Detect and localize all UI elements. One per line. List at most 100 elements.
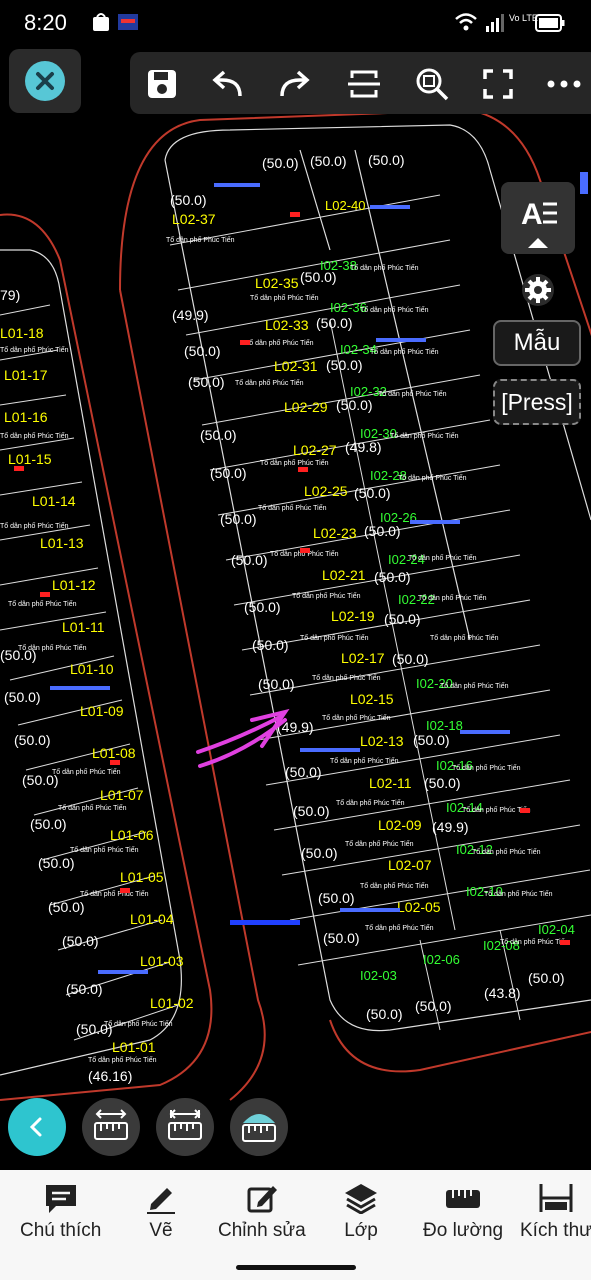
- lot-label: L02-19: [331, 608, 375, 624]
- pencil-icon: [147, 1188, 175, 1214]
- lot-label: I02-18: [426, 718, 463, 733]
- svg-text:Tổ dân phố Phúc Tiến: Tổ dân phố Phúc Tiến: [52, 767, 121, 776]
- lot-label: L02-29: [284, 399, 328, 415]
- zoom-button[interactable]: [410, 62, 454, 106]
- svg-text:Tổ dân phố Phúc Tiến: Tổ dân phố Phúc Tiến: [235, 378, 304, 387]
- nav-dimension[interactable]: Kích thư: [520, 1182, 591, 1252]
- lot-label: L01-10: [70, 661, 114, 677]
- text-style-button[interactable]: A: [501, 182, 575, 254]
- close-button[interactable]: [9, 49, 81, 113]
- svg-text:Tổ dân phố Phúc Tiến: Tổ dân phố Phúc Tiến: [398, 473, 467, 482]
- lot-label: L01-04: [130, 911, 174, 927]
- svg-text:Tổ dân phố Phúc Tiến: Tổ dân phố Phúc Tiến: [58, 803, 127, 812]
- area-label: (50.0): [200, 427, 237, 443]
- area-label: (50.0): [30, 816, 67, 832]
- area-label: (50.0): [310, 153, 347, 169]
- area-label: (50.0): [366, 1006, 403, 1022]
- nav-edit[interactable]: Chỉnh sửa: [218, 1182, 306, 1252]
- battery-icon: [535, 14, 565, 37]
- undo-button[interactable]: [206, 62, 250, 106]
- lot-label: L01-01: [112, 1039, 156, 1055]
- nav-annotation[interactable]: Chú thích: [20, 1182, 101, 1252]
- area-label: (50.0): [4, 689, 41, 705]
- fullscreen-button[interactable]: [476, 62, 520, 106]
- lot-label: L02-27: [293, 442, 337, 458]
- save-button[interactable]: [140, 62, 184, 106]
- more-button[interactable]: [542, 62, 586, 106]
- nav-label: Kích thư: [520, 1220, 591, 1241]
- lot-label: L02-23: [313, 525, 357, 541]
- measure-segment-button[interactable]: [156, 1098, 214, 1156]
- layers-icon: [345, 1184, 377, 1214]
- svg-text:Tổ dân phố Phúc Tiến: Tổ dân phố Phúc Tiến: [500, 937, 569, 946]
- lot-label: L01-18: [0, 325, 44, 341]
- signal-icon: [484, 12, 506, 37]
- lot-label: L02-11: [369, 775, 412, 791]
- nav-measure[interactable]: Đo lường: [423, 1182, 503, 1252]
- shop-icon: [92, 12, 110, 37]
- svg-text:Tổ dân phố Phúc Tiến: Tổ dân phố Phúc Tiến: [408, 553, 477, 562]
- svg-text:Tổ dân phố Phúc Tiến: Tổ dân phố Phúc Tiến: [250, 293, 319, 302]
- svg-text:Tổ dân phố Phúc Tiến: Tổ dân phố Phúc Tiến: [378, 389, 447, 398]
- lot-label: L01-13: [40, 535, 84, 551]
- nav-layers[interactable]: Lớp: [344, 1182, 378, 1252]
- area-label: (50.0): [14, 732, 51, 748]
- network-label: Vo LTE: [509, 13, 538, 23]
- area-label: (50.0): [413, 732, 450, 748]
- app-thumbnail-icon: [118, 14, 138, 35]
- area-label: (50.0): [384, 611, 421, 627]
- redo-icon: [280, 70, 310, 97]
- template-button[interactable]: Mẫu: [493, 320, 581, 366]
- nav-draw[interactable]: Vẽ: [145, 1182, 177, 1252]
- area-label: (50.0): [326, 357, 363, 373]
- settings-button[interactable]: [520, 272, 556, 308]
- lot-label: L01-14: [32, 493, 76, 509]
- svg-text:Tổ dân phố Phúc Tiến: Tổ dân phố Phúc Tiến: [258, 503, 327, 512]
- area-label: (50.0): [374, 569, 411, 585]
- lot-label: L01-09: [80, 703, 124, 719]
- area-label: (50.0): [38, 855, 75, 871]
- measure-distance-button[interactable]: [82, 1098, 140, 1156]
- svg-text:Tổ dân phố Phúc Tiến: Tổ dân phố Phúc Tiến: [418, 593, 487, 602]
- area-label: (50.0): [318, 890, 355, 906]
- measure-area-button[interactable]: [230, 1098, 288, 1156]
- nav-label: Lớp: [344, 1220, 378, 1241]
- status-bar: 8:20 Vo LTE: [0, 0, 591, 48]
- area-label: (50.0): [252, 637, 289, 653]
- lot-label: L01-16: [4, 409, 48, 425]
- area-label: (50.0): [528, 970, 565, 986]
- lot-label: I02-04: [538, 922, 575, 937]
- area-label: (50.0): [231, 552, 268, 568]
- area-label: (50.0): [258, 676, 295, 692]
- lot-label: L01-03: [140, 953, 184, 969]
- svg-text:Tổ dân phố Phúc Tiến: Tổ dân phố Phúc Tiến: [292, 591, 361, 600]
- svg-text:Tổ dân phố Phúc Tiến: Tổ dân phố Phúc Tiến: [18, 643, 87, 652]
- area-label: (50.0): [210, 465, 247, 481]
- lot-label: L02-05: [397, 899, 441, 915]
- top-toolbar: [130, 52, 591, 114]
- redo-button[interactable]: [272, 62, 316, 106]
- measure-segment-icon: [168, 1109, 202, 1140]
- bottom-nav: Chú thích Vẽ Chỉnh sửa Lớp Đo lường Kích…: [0, 1170, 591, 1280]
- svg-text:Tổ dân phố Phúc Tiến: Tổ dân phố Phúc Tiến: [360, 881, 429, 890]
- lot-label: L02-13: [360, 733, 404, 749]
- scan-button[interactable]: [342, 62, 386, 106]
- home-indicator: [236, 1265, 356, 1270]
- svg-text:Tổ dân phố Phúc Tiến: Tổ dân phố Phúc Tiến: [104, 1019, 173, 1028]
- close-icon: [25, 61, 65, 101]
- svg-text:Tổ dân phố Phúc Tiến: Tổ dân phố Phúc Tiến: [390, 431, 459, 440]
- lot-label: L02-40: [325, 198, 365, 213]
- back-button[interactable]: [8, 1098, 66, 1156]
- svg-text:Tổ dân phố Phúc Tiến: Tổ dân phố Phúc Tiến: [70, 845, 139, 854]
- svg-text:Tổ dân phố Phúc Tiến: Tổ dân phố Phúc Tiến: [330, 756, 399, 765]
- status-time: 8:20: [24, 10, 67, 35]
- area-label: (50.0): [415, 998, 452, 1014]
- measure-area-icon: [242, 1114, 276, 1142]
- area-label: (50.0): [354, 485, 391, 501]
- more-icon: [547, 80, 581, 88]
- lot-label: L01-07: [100, 787, 144, 803]
- left-block-labels: 79) L01-18 L01-17 L01-16 L01-15 L01-14 L…: [0, 287, 194, 1084]
- area-label: (50.0): [323, 930, 360, 946]
- svg-text:A: A: [521, 198, 543, 231]
- press-button[interactable]: [Press]: [493, 379, 581, 425]
